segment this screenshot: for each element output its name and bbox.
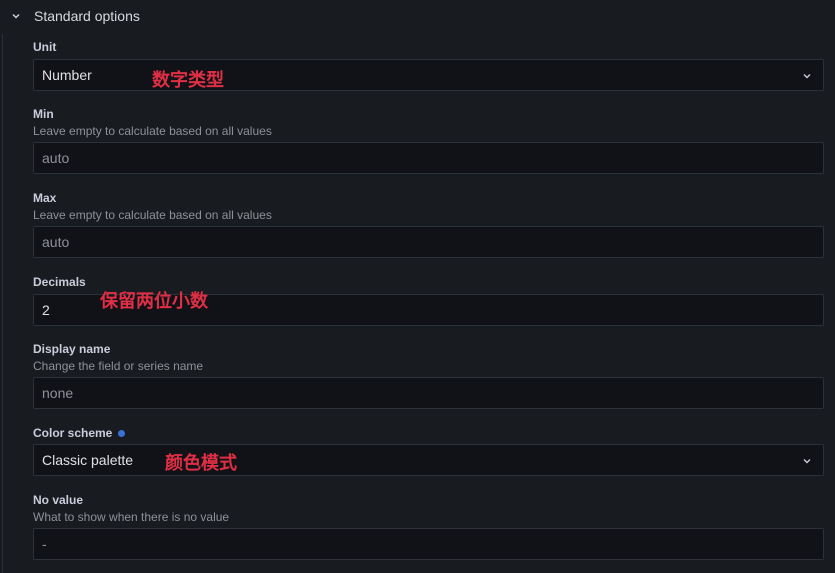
max-label: Max [33, 191, 57, 205]
standard-options-header[interactable]: Standard options [8, 4, 140, 28]
min-placeholder: auto [42, 150, 70, 166]
color-scheme-label: Color scheme [33, 426, 113, 440]
no-value-placeholder: - [42, 536, 47, 552]
section-title: Standard options [34, 8, 140, 24]
decimals-value: 2 [42, 302, 50, 318]
chevron-down-icon[interactable] [799, 68, 815, 84]
min-field: Min Leave empty to calculate based on al… [33, 107, 825, 174]
color-scheme-annotation: 颜色模式 [165, 453, 237, 474]
display-name-description: Change the field or series name [33, 359, 204, 373]
decimals-label: Decimals [33, 275, 86, 289]
display-name-input[interactable]: none [33, 377, 824, 409]
display-name-placeholder: none [42, 385, 74, 401]
max-field: Max Leave empty to calculate based on al… [33, 191, 825, 258]
chevron-down-icon[interactable] [799, 453, 815, 469]
standard-options-panel: Standard options Unit Number Min Leave e… [0, 0, 835, 573]
color-scheme-field: Color scheme Classic palette [33, 426, 825, 476]
min-description: Leave empty to calculate based on all va… [33, 124, 272, 138]
chevron-down-icon[interactable] [8, 8, 24, 24]
max-input[interactable]: auto [33, 226, 824, 258]
no-value-field: No value What to show when there is no v… [33, 493, 825, 560]
display-name-field: Display name Change the field or series … [33, 342, 825, 409]
max-placeholder: auto [42, 234, 70, 250]
min-label: Min [33, 107, 54, 121]
decimals-annotation: 保留两位小数 [100, 291, 208, 312]
color-scheme-value: Classic palette [42, 452, 134, 468]
color-scheme-label-row: Color scheme [33, 426, 825, 440]
unit-annotation: 数字类型 [152, 70, 224, 91]
min-input[interactable]: auto [33, 142, 824, 174]
max-description: Leave empty to calculate based on all va… [33, 208, 272, 222]
unit-select-value: Number [42, 67, 92, 83]
no-value-description: What to show when there is no value [33, 510, 230, 524]
no-value-label: No value [33, 493, 84, 507]
no-value-input[interactable]: - [33, 528, 824, 560]
modified-indicator-dot [118, 429, 126, 437]
unit-label: Unit [33, 40, 57, 54]
color-scheme-select[interactable]: Classic palette [33, 444, 824, 476]
display-name-label: Display name [33, 342, 111, 356]
